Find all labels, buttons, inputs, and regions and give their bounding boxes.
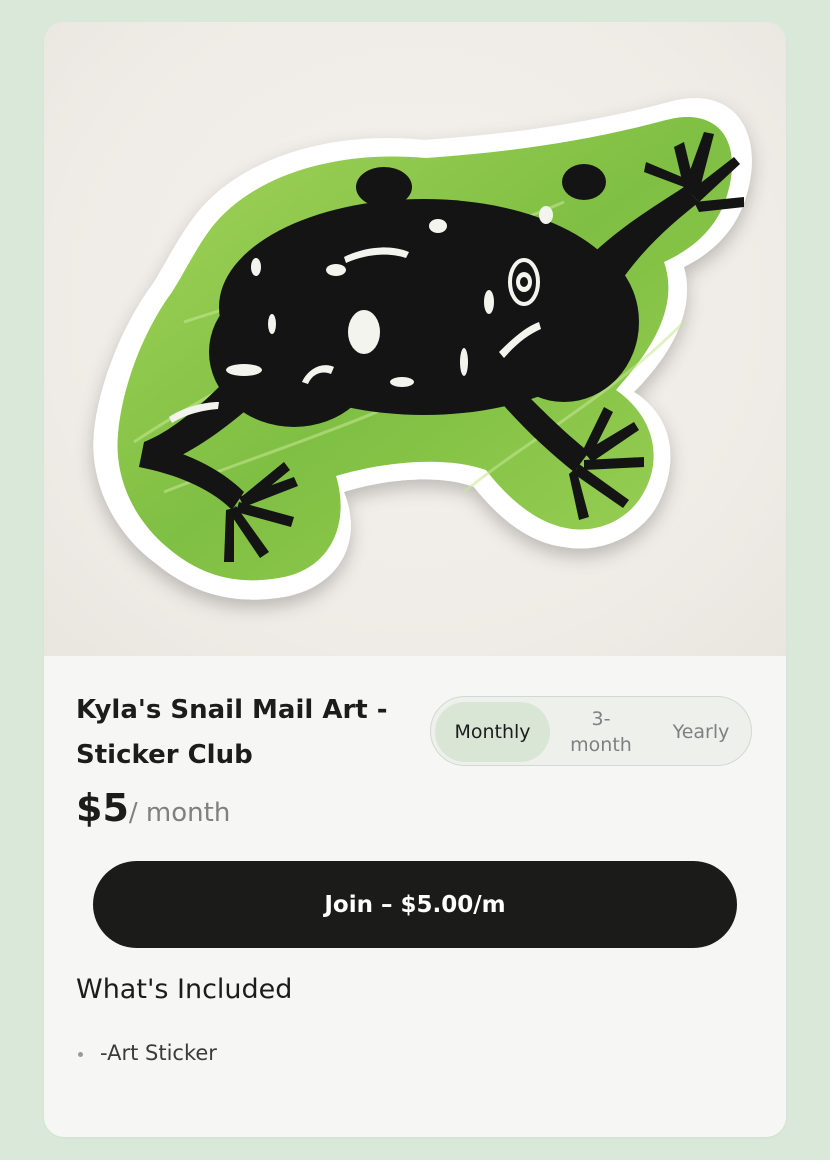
included-item-label: -Art Sticker — [100, 1041, 217, 1065]
product-title: Kyla's Snail Mail Art - Sticker Club — [76, 695, 388, 770]
price-period: / month — [128, 798, 231, 828]
price-row: $5/ month — [76, 786, 230, 830]
billing-option-monthly[interactable]: Monthly — [435, 702, 550, 762]
billing-option-3-month-label: 3- month — [570, 708, 632, 756]
bullet-icon — [78, 1052, 83, 1057]
product-image — [44, 22, 786, 656]
join-button[interactable]: Join – $5.00/m — [93, 861, 737, 948]
included-list: -Art Sticker — [76, 1038, 217, 1068]
billing-period-toggle: Monthly 3- month Yearly — [430, 696, 752, 766]
billing-option-3-month[interactable]: 3- month — [556, 702, 646, 762]
included-item: -Art Sticker — [76, 1038, 217, 1068]
product-card: Kyla's Snail Mail Art - Sticker Club $5/… — [44, 22, 786, 1137]
frog-sticker-illustration — [93, 98, 752, 600]
billing-option-yearly[interactable]: Yearly — [651, 702, 751, 762]
price-amount: $5 — [76, 786, 129, 830]
included-heading: What's Included — [76, 974, 293, 1005]
